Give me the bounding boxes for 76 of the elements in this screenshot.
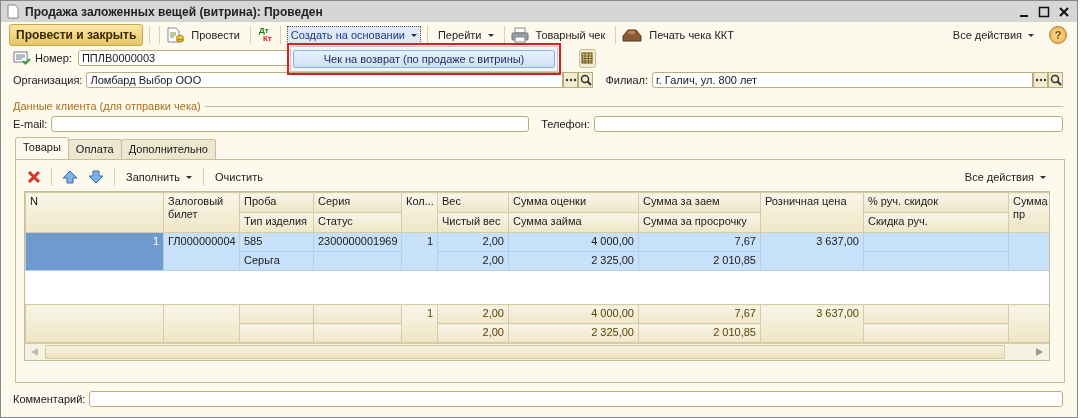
invoice-button[interactable]: Товарный чек [531,26,610,44]
section-title: Данные клиента (для отправки чека) [13,100,201,112]
dots-icon [564,78,577,82]
document-check-icon [13,51,31,65]
branch-field[interactable]: г. Галич, ул. 800 лет [652,72,1033,88]
column-header[interactable]: Проба [239,192,314,213]
table-cell: 4 000,00 [508,304,639,324]
horizontal-scrollbar[interactable] [25,343,1049,360]
create-based-on-menu[interactable]: Создать на основании [286,26,421,44]
email-field[interactable] [51,116,530,132]
scroll-thumb[interactable] [45,345,1005,359]
caret-icon [186,175,192,179]
all-actions-menu[interactable]: Все действия [960,168,1050,186]
go-to-menu[interactable]: Перейти [433,26,498,44]
column-header[interactable]: % руч. скидок [863,192,1009,213]
select-button[interactable] [1033,72,1048,88]
table-cell: 2,00 [437,304,509,324]
tab[interactable]: Товары [15,137,69,159]
all-actions-menu[interactable]: Все действия [948,26,1038,44]
column-header[interactable]: Сумма за заем [638,192,761,213]
caret-icon [1040,175,1046,179]
help-button[interactable]: ? [1049,26,1067,44]
table-cell: 3 637,00 [760,232,864,271]
printer-icon[interactable] [510,27,529,43]
tab[interactable]: Оплата [67,139,122,159]
field-label: Организация: [13,74,83,86]
column-header[interactable]: Серия [313,192,402,213]
field-label: Телефон: [541,118,590,130]
post-button[interactable]: Провести [187,26,244,44]
calendar-button[interactable] [578,48,596,68]
window-title: Продажа заложенных вещей (витрина): Проведен [25,4,323,19]
column-header[interactable]: Кол... [401,192,438,233]
caret-icon [1028,33,1034,37]
column-header[interactable]: Вес [437,192,509,213]
post-and-close-button[interactable]: Провести и закрыть [9,24,144,46]
search-button[interactable] [578,72,594,88]
print-receipt-button[interactable]: Печать чека ККТ [645,26,738,44]
table-cell: 7,67 [638,304,761,324]
menu-item[interactable]: Чек на возврат (по продаже с витрины) [293,50,555,68]
column-header[interactable]: N [25,192,164,233]
column-header[interactable]: Сумма оценки [508,192,639,213]
clear-button[interactable]: Очистить [211,168,267,186]
table-cell: ГЛ000000004 [163,232,240,271]
table-cell: 1 [401,232,438,271]
field-label: E-mail: [13,118,48,130]
move-up-icon[interactable] [62,170,78,184]
comment-field[interactable] [89,391,1063,407]
caret-icon [410,33,417,37]
ledger-icon[interactable]: Дт Кт [257,27,274,43]
column-header[interactable]: Розничная цена [760,192,864,233]
field-label: Номер: [35,52,72,64]
move-down-icon[interactable] [88,170,104,184]
column-header[interactable]: Залоговый билет [163,192,240,233]
caret-icon [487,33,494,37]
calendar-icon [581,52,594,64]
maximize-icon[interactable] [1037,4,1051,19]
search-button[interactable] [1048,72,1063,88]
document-coins-icon[interactable] [166,27,185,43]
dots-icon [1034,78,1047,82]
table-cell: 1 [25,232,164,271]
table-cell: 1 [401,304,438,343]
organization-field[interactable]: Ломбард Выбор ООО [86,72,564,88]
phone-field[interactable] [593,116,1063,132]
delete-icon[interactable] [27,170,41,184]
tab[interactable]: Дополнительно [120,139,216,159]
close-icon[interactable] [1057,4,1071,19]
select-button[interactable] [563,72,579,88]
table-cell: 3 637,00 [760,304,864,343]
cash-register-icon[interactable] [622,28,643,42]
column-header[interactable]: Сумма пр [1008,192,1049,233]
search-icon [1049,74,1062,86]
field-label: Филиал: [605,74,649,86]
fill-menu[interactable]: Заполнить [122,168,196,186]
field-label: Комментарий: [13,393,86,405]
document-icon [7,4,19,19]
search-icon [579,74,592,86]
